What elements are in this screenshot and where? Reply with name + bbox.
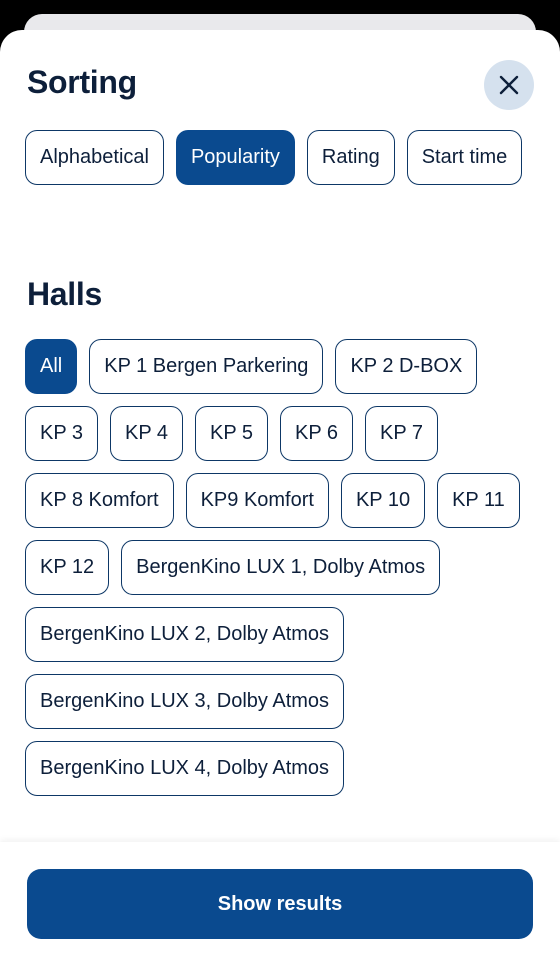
sort-chip-start-time[interactable]: Start time [406, 130, 523, 185]
footer-bar: Show results [0, 842, 560, 966]
sort-chip-rating[interactable]: Rating [306, 130, 395, 185]
hall-chip-kp-11[interactable]: KP 11 [437, 473, 520, 528]
hall-chip-bergenkino-lux-4-dolby-atmos[interactable]: BergenKino LUX 4, Dolby Atmos [25, 741, 345, 796]
close-icon [499, 75, 519, 95]
sorting-options: Alphabetical Popularity Rating Start time [25, 130, 535, 185]
close-button[interactable] [484, 60, 534, 110]
hall-chip-kp-12[interactable]: KP 12 [25, 540, 110, 595]
hall-chip-kp-5[interactable]: KP 5 [195, 406, 268, 461]
halls-title: Halls [27, 276, 102, 312]
hall-chip-kp-3[interactable]: KP 3 [25, 406, 98, 461]
hall-chip-all[interactable]: All [25, 339, 78, 394]
filter-sheet: Sorting Alphabetical Popularity Rating Star… [0, 30, 560, 966]
hall-chip-kp-2-d-box[interactable]: KP 2 D-BOX [335, 339, 478, 394]
show-results-button[interactable]: Show results [27, 869, 533, 939]
sort-chip-alphabetical[interactable]: Alphabetical [25, 130, 164, 185]
sorting-title: Sorting [27, 64, 137, 100]
sort-chip-popularity[interactable]: Popularity [175, 130, 295, 185]
hall-chip-bergenkino-lux-2-dolby-atmos[interactable]: BergenKino LUX 2, Dolby Atmos [25, 607, 345, 662]
hall-chip-kp-6[interactable]: KP 6 [280, 406, 353, 461]
hall-chip-kp-8-komfort[interactable]: KP 8 Komfort [25, 473, 174, 528]
hall-chip-kp-4[interactable]: KP 4 [110, 406, 183, 461]
hall-chip-bergenkino-lux-3-dolby-atmos[interactable]: BergenKino LUX 3, Dolby Atmos [25, 674, 345, 729]
filter-content: Sorting Alphabetical Popularity Rating Star… [0, 30, 560, 842]
hall-chip-kp-1-bergen-parkering[interactable]: KP 1 Bergen Parkering [89, 339, 324, 394]
hall-chip-kp-10[interactable]: KP 10 [340, 473, 426, 528]
hall-chip-kp9-komfort[interactable]: KP9 Komfort [185, 473, 329, 528]
hall-chip-bergenkino-lux-1-dolby-atmos[interactable]: BergenKino LUX 1, Dolby Atmos [121, 540, 441, 595]
hall-chip-kp-7[interactable]: KP 7 [365, 406, 438, 461]
hall-options: All KP 1 Bergen Parkering KP 2 D-BOX KP 3 KP… [25, 339, 535, 796]
